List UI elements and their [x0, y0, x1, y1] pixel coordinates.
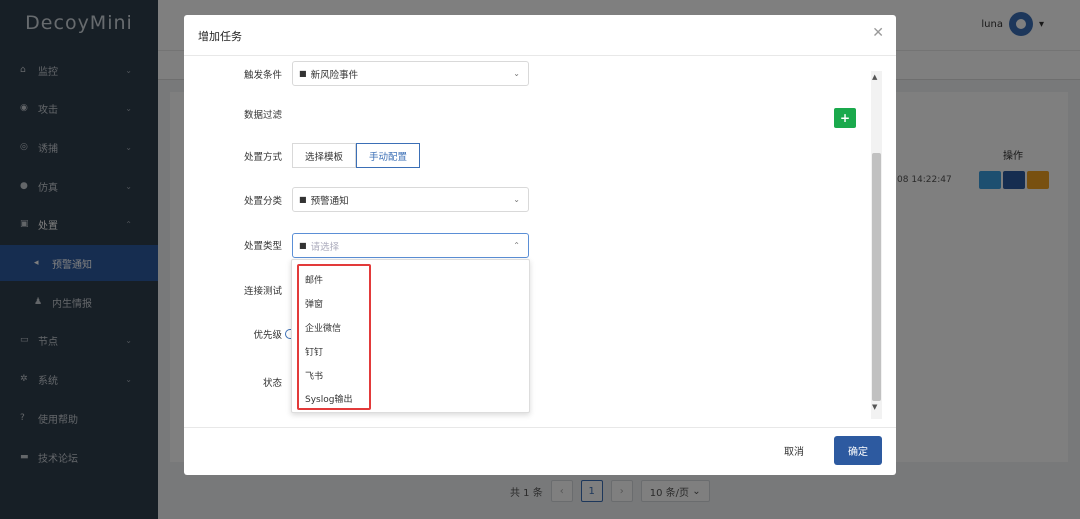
category-value: 预警通知	[310, 195, 349, 207]
dropdown-option-email[interactable]: 邮件	[305, 273, 323, 286]
add-filter-button[interactable]: +	[834, 108, 856, 128]
chevron-down-icon: ⌄	[513, 195, 520, 204]
trigger-value: 新风险事件	[310, 69, 359, 81]
dropdown-option-dingtalk[interactable]: 钉钉	[305, 345, 323, 358]
category-select[interactable]: ■ 预警通知 ⌄	[292, 187, 529, 212]
dropdown-option-feishu[interactable]: 飞书	[305, 369, 323, 382]
modal-title: 增加任务	[198, 30, 242, 43]
type-select[interactable]: ■ 请选择 ⌃	[292, 233, 529, 258]
category-label: 处置分类	[243, 196, 282, 207]
edit-icon: ■	[299, 69, 307, 78]
status-label: 状态	[262, 378, 282, 389]
type-label: 处置类型	[243, 241, 282, 252]
dropdown-option-syslog[interactable]: Syslog输出	[305, 392, 352, 405]
divider	[184, 427, 896, 428]
type-dropdown: 邮件 弹窗 企业微信 钉钉 飞书 Syslog输出	[291, 259, 530, 413]
confirm-button[interactable]: 确定	[834, 436, 882, 465]
divider	[184, 55, 896, 56]
type-placeholder: 请选择	[310, 241, 340, 253]
chevron-down-icon: ⌄	[513, 69, 520, 78]
method-toggle: 选择模板 手动配置	[292, 143, 421, 168]
close-icon[interactable]: ✕	[872, 25, 884, 41]
trigger-label: 触发条件	[243, 70, 282, 81]
method-label: 处置方式	[243, 152, 282, 163]
edit-icon: ■	[299, 241, 307, 250]
test-label: 连接测试	[243, 286, 282, 297]
add-task-modal: 增加任务 ✕ 触发条件 ■ 新风险事件 ⌄ 数据过滤 + 处置方式 选择模板 手…	[184, 15, 896, 475]
scrollbar-thumb[interactable]	[872, 153, 881, 401]
method-option-manual[interactable]: 手动配置	[356, 143, 421, 168]
filter-label: 数据过滤	[243, 110, 282, 121]
dropdown-option-popup[interactable]: 弹窗	[305, 297, 323, 310]
scroll-down-icon[interactable]: ▼	[872, 403, 877, 411]
cancel-button[interactable]: 取消	[784, 443, 804, 458]
priority-label: 优先级	[253, 330, 282, 341]
trigger-select[interactable]: ■ 新风险事件 ⌄	[292, 61, 529, 86]
edit-icon: ■	[299, 195, 307, 204]
chevron-up-icon: ⌃	[513, 241, 520, 250]
method-option-template[interactable]: 选择模板	[292, 143, 357, 168]
scroll-up-icon[interactable]: ▲	[872, 73, 877, 81]
dropdown-option-wecom[interactable]: 企业微信	[305, 321, 341, 334]
